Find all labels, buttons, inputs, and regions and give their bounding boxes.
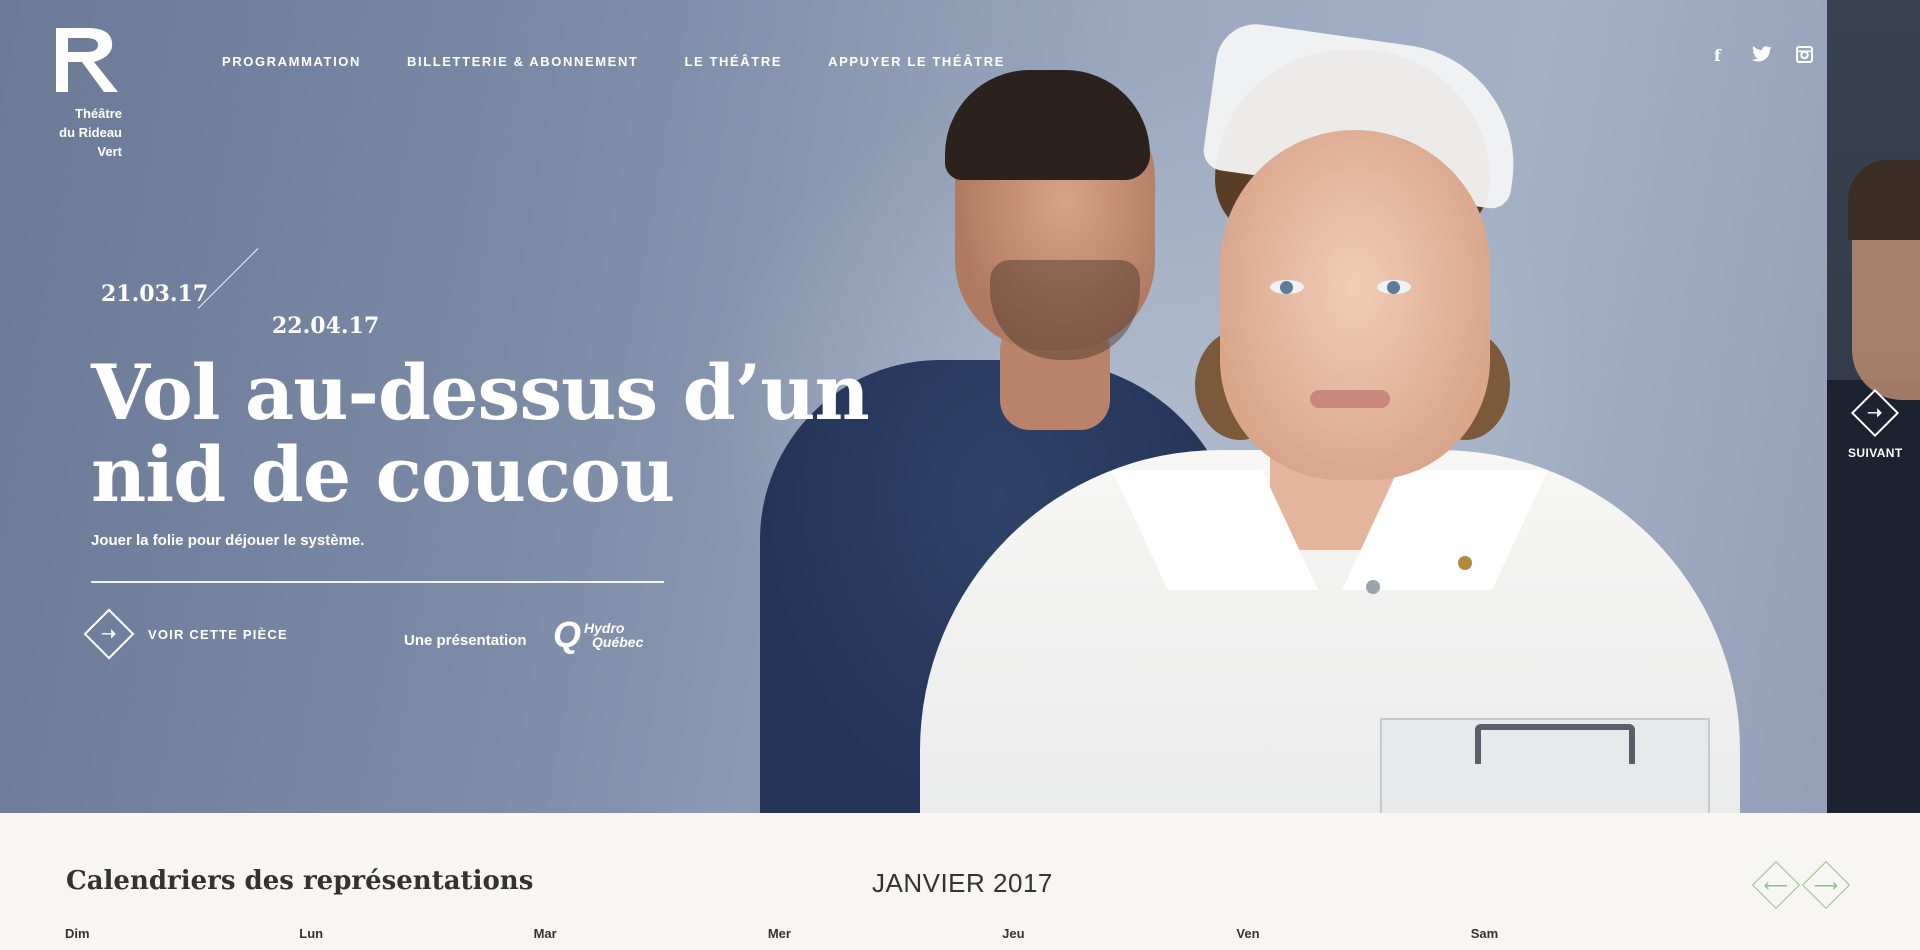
hero-photo-pin xyxy=(1458,556,1472,570)
next-show-photo xyxy=(1848,160,1920,240)
instagram-icon[interactable] xyxy=(1796,46,1813,68)
nav-programmation[interactable]: PROGRAMMATION xyxy=(222,54,361,69)
weekday-label: Lun xyxy=(299,926,324,941)
nav-le-theatre[interactable]: LE THÉÂTRE xyxy=(684,54,782,69)
main-nav: PROGRAMMATION BILLETTERIE & ABONNEMENT L… xyxy=(222,54,1051,69)
calendar-nav: ⟵ ⟶ xyxy=(1751,860,1851,910)
show-start-date: 21.03.17 xyxy=(101,281,209,307)
facebook-icon[interactable]: f xyxy=(1714,46,1721,65)
weekday-label: Jeu xyxy=(1002,926,1025,941)
see-show-button[interactable]: ➝ VOIR CETTE PIÈCE xyxy=(83,608,288,660)
logo-text: Théâtre du Rideau Vert xyxy=(59,106,122,159)
show-end-date: 22.04.17 xyxy=(272,313,380,339)
hero-photo-eye xyxy=(1377,280,1411,294)
logo-mark-icon xyxy=(56,28,118,92)
hero-photo-eye xyxy=(1270,280,1304,294)
next-show-label: SUIVANT xyxy=(1848,446,1903,460)
twitter-icon[interactable] xyxy=(1752,46,1772,67)
arrow-right-diamond-icon: ➝ xyxy=(83,608,135,660)
arrow-right-diamond-icon: ➝ xyxy=(1851,388,1900,438)
hero-divider xyxy=(91,581,664,583)
hero-photo-clipboard-clip xyxy=(1475,724,1635,764)
calendar-month: JANVIER 2017 xyxy=(872,868,1053,898)
arrow-left-icon: ⟵ xyxy=(1763,875,1789,895)
nav-billetterie[interactable]: BILLETTERIE & ABONNEMENT xyxy=(407,54,638,69)
show-tagline: Jouer la folie pour déjouer le système. xyxy=(91,532,365,549)
presented-by-label: Une présentation xyxy=(404,632,527,649)
weekday-label: Mer xyxy=(767,926,791,941)
weekday-label: Mar xyxy=(533,926,557,941)
hero-photo-lips xyxy=(1310,390,1390,408)
hydro-quebec-q-icon: Q xyxy=(553,614,582,655)
sponsor-name: Hydro xyxy=(584,620,625,636)
calendar-title: Calendriers des représentations xyxy=(66,866,534,896)
hero-photo-pin xyxy=(1366,580,1380,594)
see-show-label: VOIR CETTE PIÈCE xyxy=(148,626,288,642)
weekday-label: Ven xyxy=(1236,926,1260,941)
show-title: Vol au-dessus d’un nid de coucou xyxy=(91,352,891,516)
next-show-button[interactable]: ➝ SUIVANT xyxy=(1848,388,1903,460)
show-title-line: nid de coucou xyxy=(91,430,675,519)
sponsor-logo[interactable]: Q Hydro Québec xyxy=(553,617,643,653)
calendar-weekday-header: Dim Lun Mar Mer Jeu Ven Sam xyxy=(65,926,1705,941)
hero-photo-nurse-face xyxy=(1220,130,1490,480)
next-month-button[interactable]: ⟶ xyxy=(1801,860,1851,910)
weekday-label: Dim xyxy=(65,926,90,941)
sponsor-name: Québec xyxy=(592,634,644,650)
arrow-right-icon: ⟶ xyxy=(1813,875,1839,895)
previous-month-button[interactable]: ⟵ xyxy=(1751,860,1801,910)
show-title-line: Vol au-dessus d’un xyxy=(91,348,870,437)
nav-appuyer[interactable]: APPUYER LE THÉÂTRE xyxy=(828,54,1005,69)
site-logo[interactable]: Théâtre du Rideau Vert xyxy=(52,24,132,159)
weekday-label: Sam xyxy=(1470,926,1499,941)
